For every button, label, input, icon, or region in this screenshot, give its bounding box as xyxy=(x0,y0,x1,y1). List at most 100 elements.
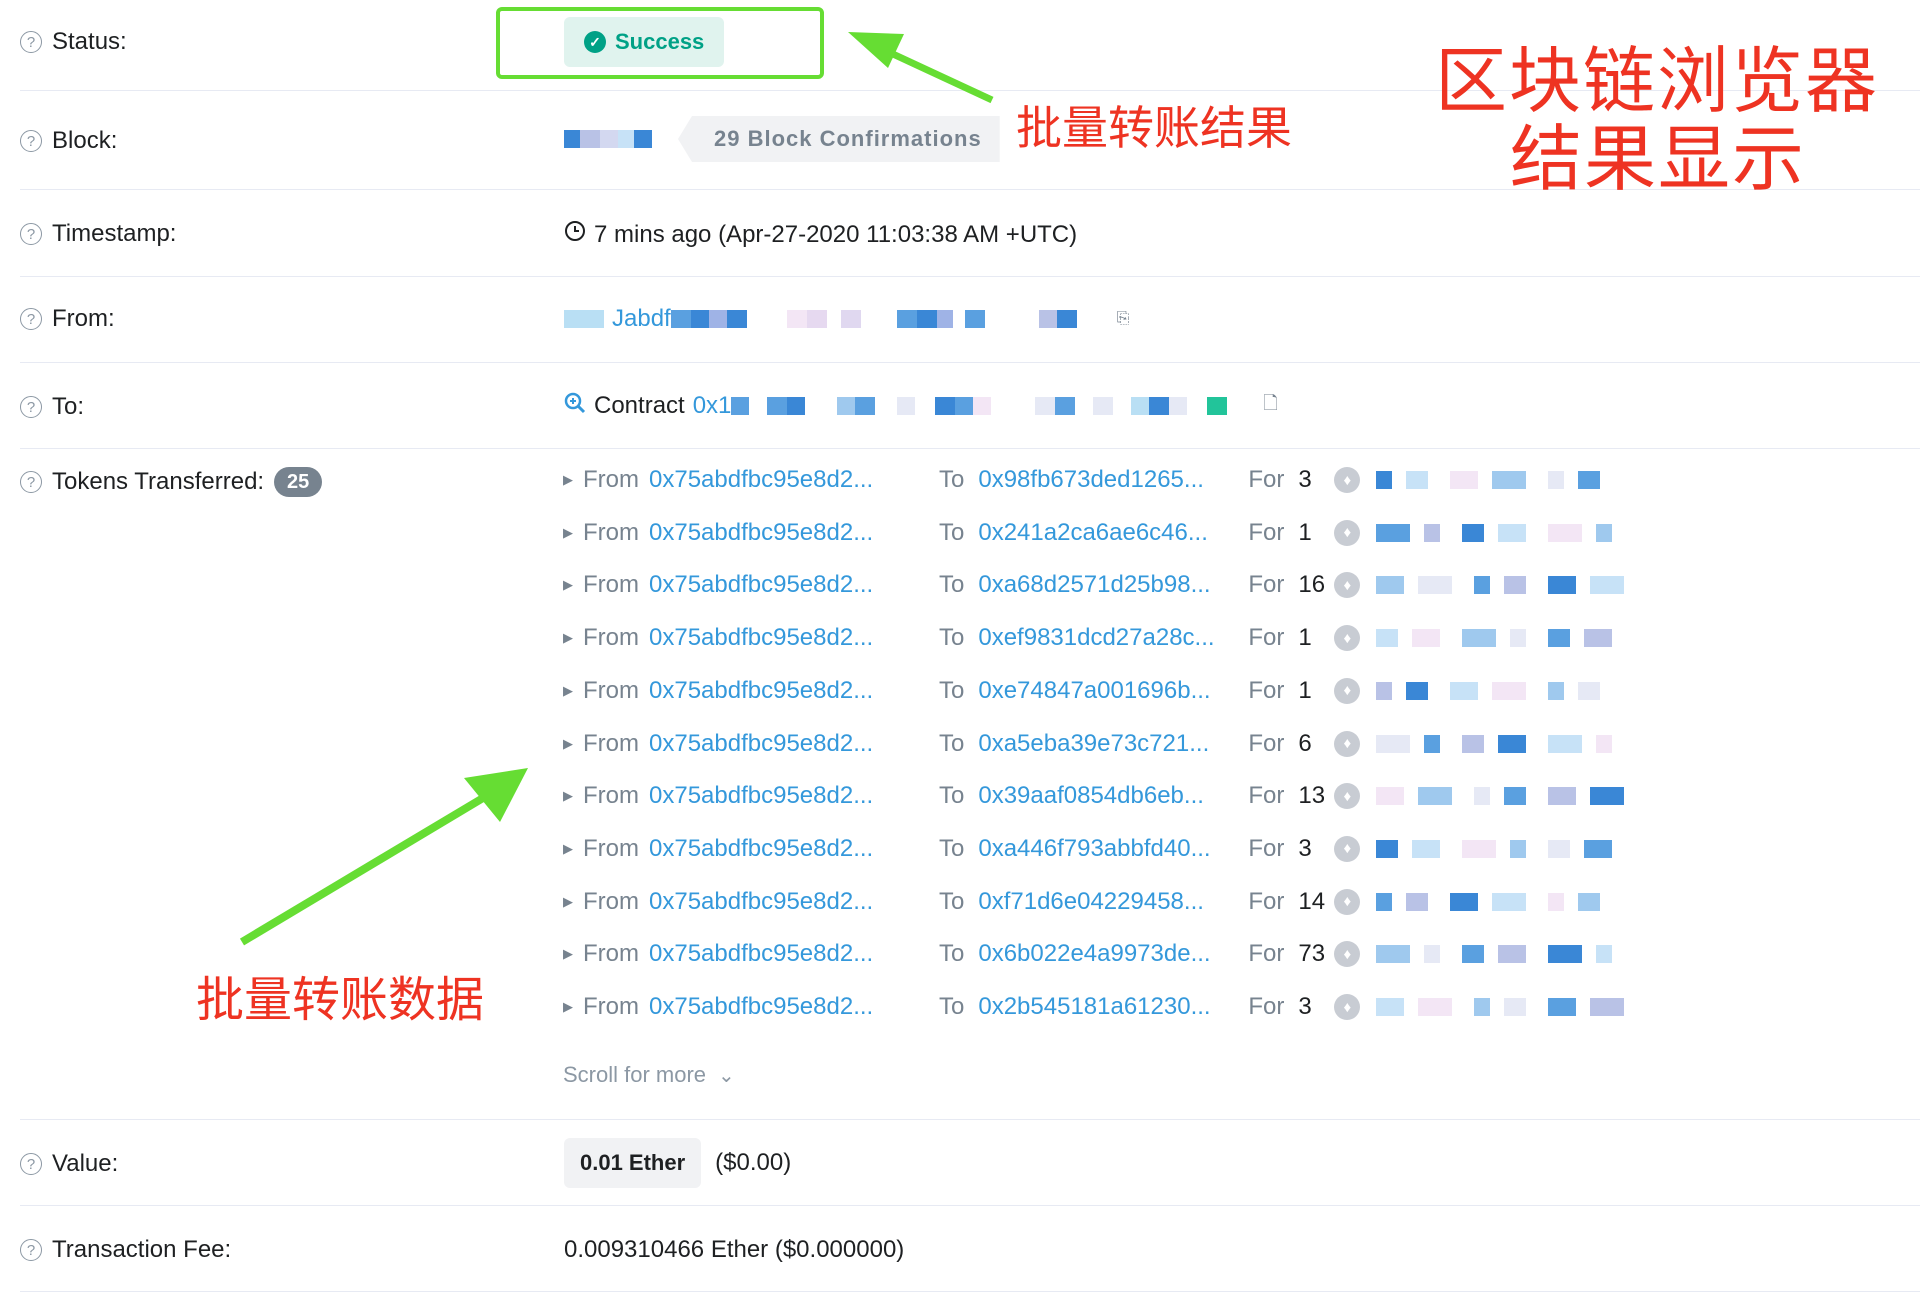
for-word: For xyxy=(1248,782,1285,810)
redacted-token-block xyxy=(1596,945,1613,964)
token-amount: 6 xyxy=(1298,729,1312,757)
token-from-address[interactable]: 0x75abdfbc95e8d2... xyxy=(649,624,917,652)
token-from-address[interactable]: 0x75abdfbc95e8d2... xyxy=(649,677,917,705)
from-row: ? From: Jabdf ⎘ xyxy=(20,277,1920,363)
expand-triangle-icon[interactable]: ▶ xyxy=(563,788,573,804)
from-label-text: From: xyxy=(52,305,115,332)
expand-triangle-icon[interactable]: ▶ xyxy=(563,472,573,488)
token-from-address[interactable]: 0x75abdfbc95e8d2... xyxy=(649,835,917,863)
token-to-address[interactable]: 0xe74847a001696b... xyxy=(978,677,1240,705)
token-to-address[interactable]: 0xa5eba39e73c721... xyxy=(978,730,1240,758)
redacted-token-block xyxy=(1376,839,1399,858)
ethereum-token-icon: ♦ xyxy=(1334,835,1361,862)
token-amount: 3 xyxy=(1298,993,1312,1020)
expand-triangle-icon[interactable]: ▶ xyxy=(563,946,573,962)
token-from-address[interactable]: 0x75abdfbc95e8d2... xyxy=(649,571,917,599)
token-from-address[interactable]: 0x75abdfbc95e8d2... xyxy=(649,940,917,968)
redacted-token-block xyxy=(1424,945,1441,964)
redacted-token-block xyxy=(1462,945,1485,964)
expand-triangle-icon[interactable]: ▶ xyxy=(563,999,573,1015)
redacted-token-block xyxy=(1376,576,1405,595)
from-word: From xyxy=(583,466,639,493)
for-word: For xyxy=(1248,834,1285,862)
token-transfer-row[interactable]: ▶ From 0x75abdfbc95e8d2... To 0xf71d6e042294… xyxy=(563,882,1622,922)
token-transfer-row[interactable]: ▶ From 0x75abdfbc95e8d2... To 0x241a2ca6ae6c… xyxy=(563,513,1634,553)
help-icon: ? xyxy=(20,31,42,53)
redacted-token-block xyxy=(1450,471,1479,489)
token-amount: 1 xyxy=(1298,518,1312,546)
redacted-token-block xyxy=(1492,892,1527,911)
redacted-token-block xyxy=(1406,471,1429,489)
token-to-address[interactable]: 0xa68d2571d25b98... xyxy=(978,571,1240,599)
redacted-token-block xyxy=(1376,471,1393,489)
token-from-address[interactable]: 0x75abdfbc95e8d2... xyxy=(649,888,917,916)
redacted-token-block xyxy=(1406,681,1429,700)
token-to-address[interactable]: 0xef9831dcd27a28c... xyxy=(978,624,1240,652)
from-label: ? From: xyxy=(20,305,115,333)
block-label-text: Block: xyxy=(52,127,118,154)
scroll-for-more[interactable]: Scroll for more ⌄ xyxy=(563,1062,735,1088)
redacted-token-block xyxy=(1418,998,1453,1016)
redacted-token-block xyxy=(1462,523,1485,542)
help-icon: ? xyxy=(20,130,42,152)
token-from-address[interactable]: 0x75abdfbc95e8d2... xyxy=(649,993,917,1021)
expand-triangle-icon[interactable]: ▶ xyxy=(563,525,573,541)
token-from-address[interactable]: 0x75abdfbc95e8d2... xyxy=(649,466,917,494)
token-to-address[interactable]: 0x6b022e4a9973de... xyxy=(978,940,1240,968)
token-to-address[interactable]: 0xf71d6e04229458... xyxy=(978,888,1240,916)
ethereum-token-icon: ♦ xyxy=(1334,730,1361,757)
token-amount: 1 xyxy=(1298,676,1312,704)
token-from-address[interactable]: 0x75abdfbc95e8d2... xyxy=(649,730,917,758)
token-transfer-row[interactable]: ▶ From 0x75abdfbc95e8d2... To 0x98fb673ded12… xyxy=(563,460,1622,500)
expand-triangle-icon[interactable]: ▶ xyxy=(563,577,573,593)
token-to-address[interactable]: 0xa446f793abbfd40... xyxy=(978,835,1240,863)
block-number-link[interactable] xyxy=(564,130,652,148)
redacted-token-block xyxy=(1376,681,1393,700)
expand-triangle-icon[interactable]: ▶ xyxy=(563,630,573,646)
token-transfer-row[interactable]: ▶ From 0x75abdfbc95e8d2... To 0xe74847a00169… xyxy=(563,671,1622,711)
redacted-token-block xyxy=(1548,681,1565,700)
expand-triangle-icon[interactable]: ▶ xyxy=(563,841,573,857)
redacted-token-block xyxy=(1504,998,1527,1016)
expand-triangle-icon[interactable]: ▶ xyxy=(563,894,573,910)
help-icon: ? xyxy=(20,1239,42,1261)
scroll-for-more-text: Scroll for more xyxy=(563,1062,707,1087)
timestamp-label-text: Timestamp: xyxy=(52,220,177,247)
token-transfer-row[interactable]: ▶ From 0x75abdfbc95e8d2... To 0xa446f793abbf… xyxy=(563,829,1634,869)
token-to-address[interactable]: 0x98fb673ded1265... xyxy=(978,466,1240,494)
expand-triangle-icon[interactable]: ▶ xyxy=(563,683,573,699)
token-transfer-row[interactable]: ▶ From 0x75abdfbc95e8d2... To 0xa68d2571d25b… xyxy=(563,565,1646,605)
from-address-link[interactable]: Jabdf xyxy=(612,305,671,333)
document-icon[interactable]: 🗋 xyxy=(1263,391,1277,421)
redacted-token-block xyxy=(1548,998,1577,1016)
tokens-count-badge: 25 xyxy=(274,467,323,497)
usd-value: ($0.00) xyxy=(715,1149,792,1176)
token-amount: 3 xyxy=(1298,834,1312,862)
redacted-token-block xyxy=(1424,734,1441,753)
token-from-address[interactable]: 0x75abdfbc95e8d2... xyxy=(649,782,917,810)
token-transfer-row[interactable]: ▶ From 0x75abdfbc95e8d2... To 0x6b022e4a9973… xyxy=(563,934,1634,974)
token-amount: 1 xyxy=(1298,624,1312,652)
from-word: From xyxy=(583,993,639,1020)
token-to-address[interactable]: 0x39aaf0854db6eb... xyxy=(978,782,1240,810)
token-transfer-row[interactable]: ▶ From 0x75abdfbc95e8d2... To 0xa5eba39e73c7… xyxy=(563,724,1634,764)
token-to-address[interactable]: 0x241a2ca6ae6c46... xyxy=(978,519,1240,547)
token-transfer-row[interactable]: ▶ From 0x75abdfbc95e8d2... To 0xef9831dcd27a… xyxy=(563,618,1634,658)
for-word: For xyxy=(1248,729,1285,757)
redacted-token-block xyxy=(1548,576,1577,595)
redacted-token-block xyxy=(1596,734,1613,753)
redacted-token-block xyxy=(1474,576,1491,595)
contract-address-link[interactable]: 0x1 xyxy=(693,392,732,420)
token-to-address[interactable]: 0x2b545181a61230... xyxy=(978,993,1240,1021)
redacted-token-block xyxy=(1548,471,1565,489)
token-transfer-row[interactable]: ▶ From 0x75abdfbc95e8d2... To 0x2b545181a612… xyxy=(563,987,1646,1027)
token-transfer-row[interactable]: ▶ From 0x75abdfbc95e8d2... To 0x39aaf0854db6… xyxy=(563,776,1646,816)
redacted-token-block xyxy=(1492,471,1527,489)
redacted-token-block xyxy=(1548,787,1577,806)
expand-triangle-icon[interactable]: ▶ xyxy=(563,736,573,752)
token-from-address[interactable]: 0x75abdfbc95e8d2... xyxy=(649,519,917,547)
value-label: ? Value: xyxy=(20,1150,118,1178)
copy-icon[interactable]: ⎘ xyxy=(1117,310,1130,328)
ethereum-token-icon: ♦ xyxy=(1334,941,1361,968)
redacted-token-block xyxy=(1406,892,1429,911)
